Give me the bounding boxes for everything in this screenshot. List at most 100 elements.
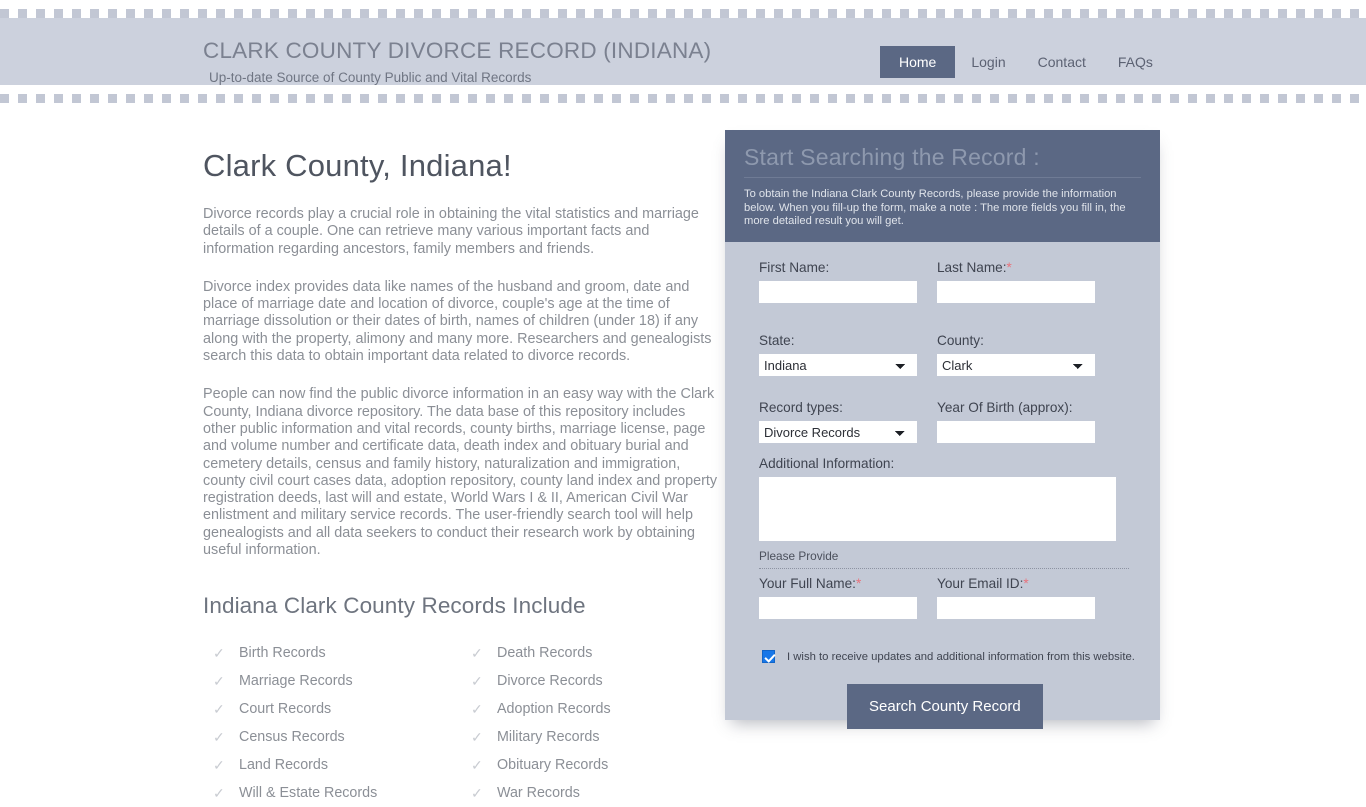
list-item-label: Marriage Records <box>239 673 353 690</box>
name-field-row: First Name: Last Name:* <box>759 260 1139 303</box>
page-title: Clark County, Indiana! <box>203 148 512 183</box>
year-of-birth-field-group: Year Of Birth (approx): <box>937 400 1095 443</box>
first-name-input[interactable] <box>759 281 917 303</box>
additional-information-textarea[interactable] <box>759 477 1116 541</box>
header-top-dashed-divider <box>0 9 1366 18</box>
nav-item-home[interactable]: Home <box>880 46 956 78</box>
consent-label: I wish to receive updates and additional… <box>787 650 1135 663</box>
email-input[interactable] <box>937 597 1095 619</box>
required-asterisk: * <box>1023 576 1029 591</box>
check-icon: ✓ <box>471 757 483 774</box>
intro-paragraph-3: People can now find the public divorce i… <box>203 386 718 559</box>
check-icon: ✓ <box>471 673 483 690</box>
record-type-field-row: Record types: Divorce Records Year Of Bi… <box>759 400 1139 443</box>
state-select[interactable]: Indiana <box>759 354 917 376</box>
list-item-label: War Records <box>497 785 580 802</box>
list-item: ✓ War Records <box>461 779 719 807</box>
full-name-field-group: Your Full Name:* <box>759 576 917 619</box>
county-select[interactable]: Clark <box>937 354 1095 376</box>
year-of-birth-input[interactable] <box>937 421 1095 443</box>
list-item: ✓ Divorce Records <box>461 667 719 695</box>
search-panel-subtitle: To obtain the Indiana Clark County Recor… <box>744 188 1126 227</box>
record-types-select[interactable]: Divorce Records <box>759 421 917 443</box>
list-item-label: Military Records <box>497 729 600 746</box>
intro-paragraph-2: Divorce index provides data like names o… <box>203 278 712 365</box>
check-icon: ✓ <box>213 729 225 746</box>
first-name-field-group: First Name: <box>759 260 917 303</box>
nav-item-login[interactable]: Login <box>955 47 1021 77</box>
submit-button-wrap: Search County Record <box>847 684 1139 729</box>
list-item: ✓ Marriage Records <box>203 667 461 695</box>
email-label: Your Email ID:* <box>937 576 1095 591</box>
last-name-input[interactable] <box>937 281 1095 303</box>
county-field-group: County: Clark <box>937 333 1095 376</box>
list-item: ✓ Will & Estate Records <box>203 779 461 807</box>
record-types-label: Record types: <box>759 400 843 415</box>
check-icon: ✓ <box>213 757 225 774</box>
list-item: ✓ Land Records <box>203 751 461 779</box>
nav-item-contact[interactable]: Contact <box>1022 47 1102 77</box>
last-name-label: Last Name:* <box>937 260 1095 275</box>
list-item-label: Death Records <box>497 645 593 662</box>
records-list: ✓ Birth Records ✓ Marriage Records ✓ Cou… <box>203 639 719 807</box>
list-item-label: Divorce Records <box>497 673 603 690</box>
check-icon: ✓ <box>213 701 225 718</box>
contact-field-row: Your Full Name:* Your Email ID:* <box>759 576 1139 619</box>
records-column-right: ✓ Death Records ✓ Divorce Records ✓ Adop… <box>461 639 719 807</box>
search-form-panel: Start Searching the Record : To obtain t… <box>725 130 1160 729</box>
list-item-label: Will & Estate Records <box>239 785 378 802</box>
check-icon: ✓ <box>471 701 483 718</box>
location-field-row: State: Indiana County: Clark <box>759 333 1139 376</box>
last-name-field-group: Last Name:* <box>937 260 1095 303</box>
list-item: ✓ Census Records <box>203 723 461 751</box>
search-county-record-button[interactable]: Search County Record <box>847 684 1043 729</box>
full-name-label: Your Full Name:* <box>759 576 917 591</box>
nav-item-faqs[interactable]: FAQs <box>1102 47 1169 77</box>
list-item-label: Obituary Records <box>497 757 609 774</box>
check-icon: ✓ <box>213 673 225 690</box>
search-form-body: First Name: Last Name:* State: Indiana C… <box>725 242 1160 729</box>
state-label: State: <box>759 333 795 348</box>
search-form-header: Start Searching the Record : To obtain t… <box>725 130 1160 242</box>
first-name-label: First Name: <box>759 260 830 275</box>
full-name-input[interactable] <box>759 597 917 619</box>
additional-information-field-group: Additional Information: <box>759 456 1139 541</box>
list-item-label: Land Records <box>239 757 329 774</box>
list-item: ✓ Court Records <box>203 695 461 723</box>
list-item: ✓ Adoption Records <box>461 695 719 723</box>
list-item-label: Birth Records <box>239 645 326 662</box>
check-icon: ✓ <box>213 645 225 662</box>
list-item: ✓ Obituary Records <box>461 751 719 779</box>
site-title: CLARK COUNTY DIVORCE RECORD (INDIANA) <box>203 38 712 63</box>
search-panel-title: Start Searching the Record : <box>744 144 1040 170</box>
site-tagline: Up-to-date Source of County Public and V… <box>209 70 532 85</box>
please-provide-label: Please Provide <box>759 549 1129 569</box>
list-item-label: Adoption Records <box>497 701 611 718</box>
email-label-text: Your Email ID: <box>937 576 1024 591</box>
panel-divider <box>744 177 1141 178</box>
required-asterisk: * <box>855 576 862 591</box>
last-name-label-text: Last Name: <box>937 260 1007 275</box>
required-asterisk: * <box>1006 260 1012 275</box>
check-icon: ✓ <box>471 785 483 802</box>
intro-paragraph-1: Divorce records play a crucial role in o… <box>203 206 699 257</box>
consent-row: I wish to receive updates and additional… <box>762 650 1139 663</box>
consent-checkbox[interactable] <box>762 650 775 663</box>
list-item: ✓ Military Records <box>461 723 719 751</box>
list-item-label: Court Records <box>239 701 332 718</box>
main-content: Clark County, Indiana! Divorce records p… <box>203 148 719 807</box>
check-icon: ✓ <box>471 729 483 746</box>
email-field-group: Your Email ID:* <box>937 576 1095 619</box>
record-types-field-group: Record types: Divorce Records <box>759 400 917 443</box>
site-header: CLARK COUNTY DIVORCE RECORD (INDIANA) Up… <box>0 9 1366 103</box>
full-name-label-text: Your Full Name: <box>759 576 856 591</box>
check-icon: ✓ <box>213 785 225 802</box>
header-bottom-dashed-divider <box>0 94 1366 103</box>
list-item-label: Census Records <box>239 729 345 746</box>
additional-information-label: Additional Information: <box>759 456 895 471</box>
list-item: ✓ Birth Records <box>203 639 461 667</box>
check-icon: ✓ <box>471 645 483 662</box>
